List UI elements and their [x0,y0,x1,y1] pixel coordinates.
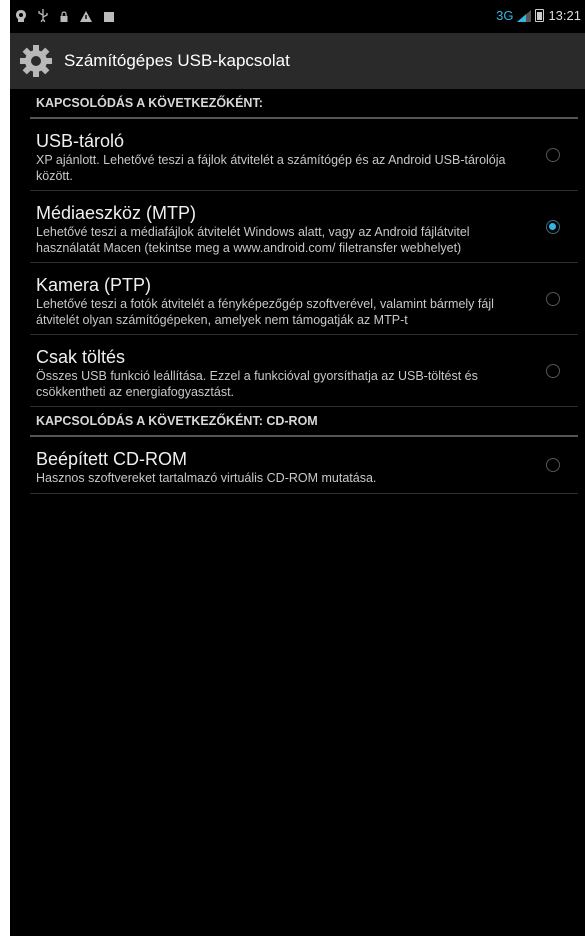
usb-icon [38,9,48,27]
warning-icon [80,9,92,27]
network-type: 3G [496,8,514,23]
action-bar[interactable]: ‹ Számítógépes USB-kapcsolat [10,33,585,89]
section-header-connect-as: KAPCSOLÓDÁS A KÖVETKEZŐKÉNT: [30,89,578,119]
radio-button[interactable] [546,291,560,306]
option-media-device-mtp[interactable]: Médiaeszköz (MTP) Lehetővé teszi a média… [30,191,578,263]
option-summary: Hasznos szoftvereket tartalmazó virtuáli… [36,471,377,485]
radio-button[interactable] [546,147,560,162]
page-title: Számítógépes USB-kapcsolat [64,51,290,70]
preference-list: KAPCSOLÓDÁS A KÖVETKEZŐKÉNT: USB-tároló … [30,89,578,494]
clock: 13:21 [548,8,581,23]
radio-button-checked[interactable] [546,219,560,234]
option-summary: Lehetővé teszi a médiafájlok átvitelét W… [36,225,470,255]
notification-icons [16,9,114,27]
option-title: Beépített CD-ROM [36,449,188,469]
option-summary: XP ajánlott. Lehetővé teszi a fájlok átv… [36,153,506,183]
signal-icon [517,9,532,22]
option-camera-ptp[interactable]: Kamera (PTP) Lehetővé teszi a fotók átvi… [30,263,578,335]
settings-gear-icon[interactable] [18,43,54,79]
status-indicators: 3G 13:21 [496,8,581,23]
option-usb-storage[interactable]: USB-tároló XP ajánlott. Lehetővé teszi a… [30,119,578,191]
option-title: Csak töltés [36,347,126,367]
option-title: USB-tároló [36,131,125,151]
radio-button[interactable] [546,363,560,378]
option-builtin-cdrom[interactable]: Beépített CD-ROM Hasznos szoftvereket ta… [30,437,578,494]
radio-button[interactable] [546,457,560,472]
option-charge-only[interactable]: Csak töltés Összes USB funkció leállítás… [30,335,578,407]
section-header-cdrom: KAPCSOLÓDÁS A KÖVETKEZŐKÉNT: CD-ROM [30,407,578,437]
phone-screen: 3G 13:21 ‹ Számítógépes USB-kapcsolat [10,0,585,936]
square-icon [104,9,114,27]
status-bar: 3G 13:21 [10,0,585,33]
option-summary: Összes USB funkció leállítása. Ezzel a f… [36,369,478,399]
back-chevron-icon[interactable]: ‹ [10,51,16,72]
battery-icon [535,9,545,22]
option-summary: Lehetővé teszi a fotók átvitelét a fényk… [36,297,494,327]
notification-icon [16,9,26,27]
lock-icon [60,9,68,27]
option-title: Kamera (PTP) [36,275,152,295]
option-title: Médiaeszköz (MTP) [36,203,197,223]
